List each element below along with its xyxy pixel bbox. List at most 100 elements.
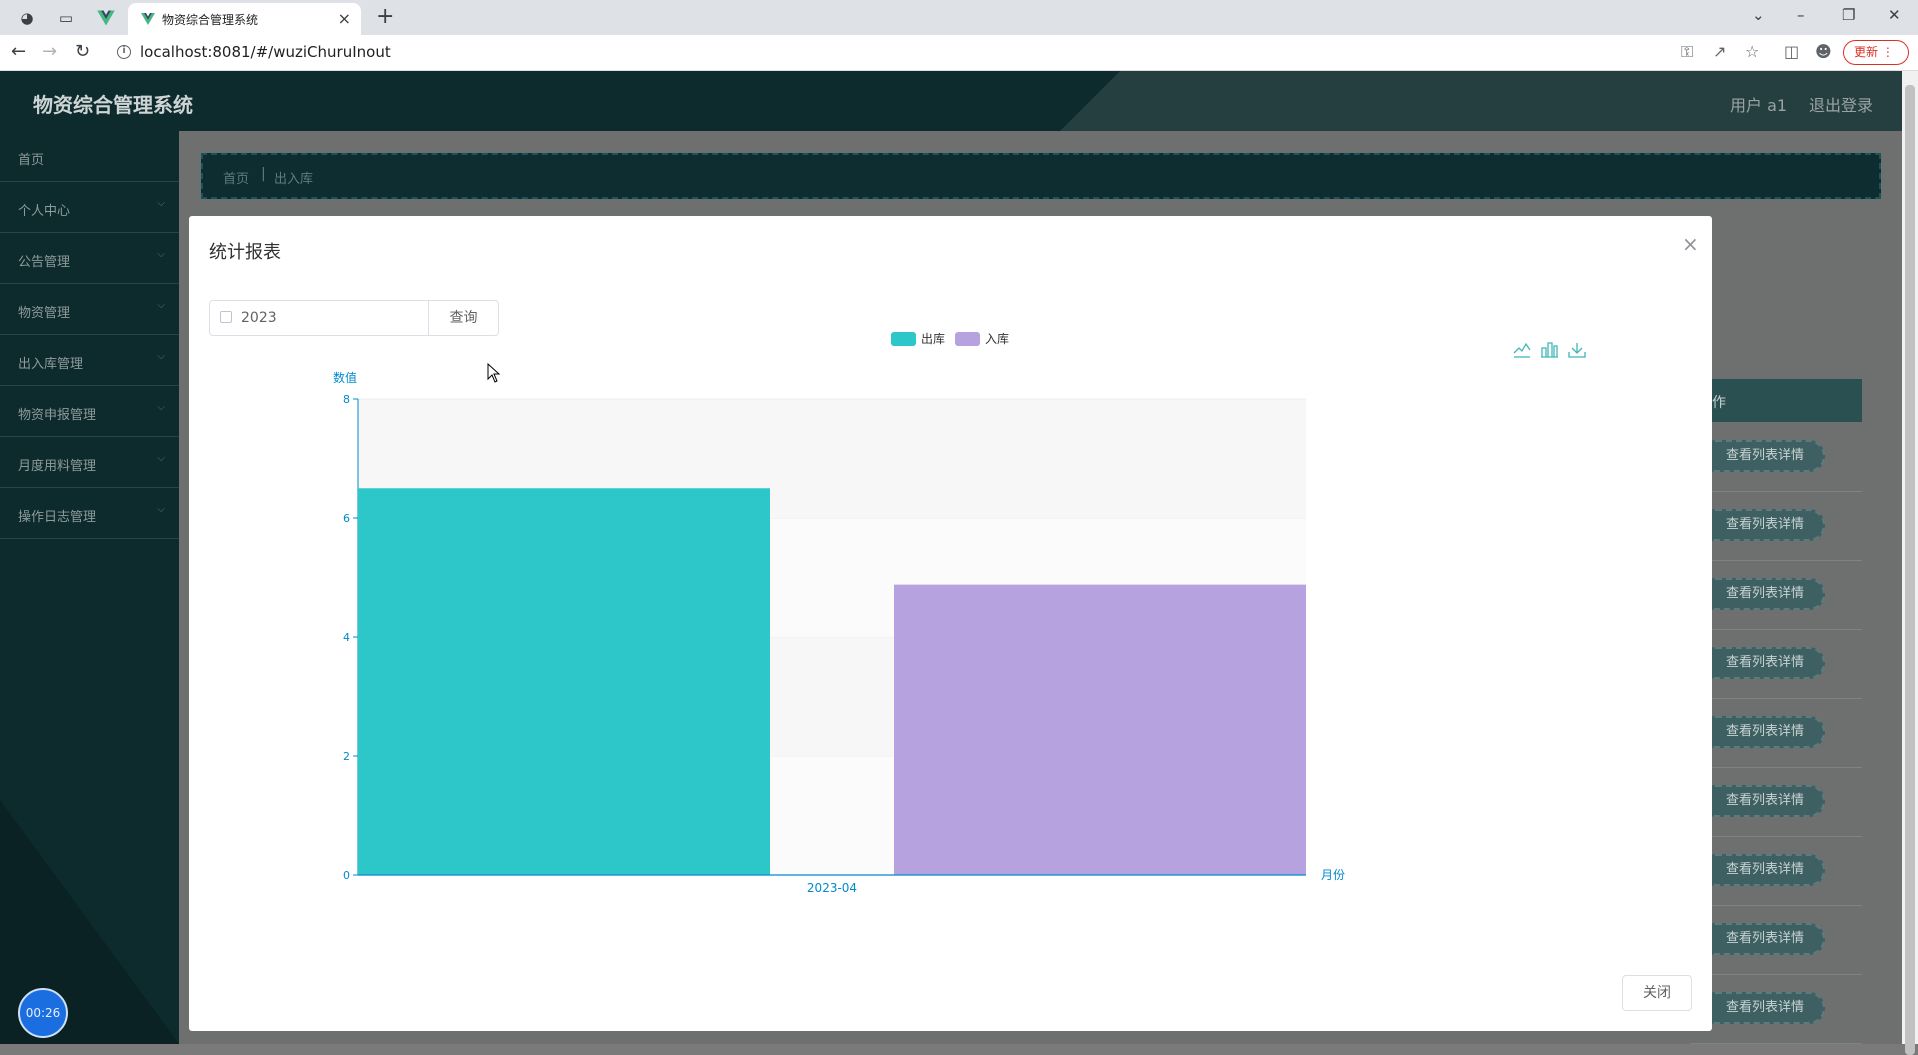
legend-swatch [955, 332, 980, 346]
chevron-down-icon: ⌵ [157, 351, 165, 362]
breadcrumb-separator: | [261, 166, 266, 182]
table-row-divider [1690, 836, 1862, 837]
table-row-divider [1690, 905, 1862, 906]
close-button[interactable]: 关闭 [1622, 975, 1692, 1011]
active-tab[interactable]: 物资综合管理系统 × [128, 3, 361, 35]
sidebar-item-6[interactable]: 月度用料管理 ⌵ [0, 437, 179, 488]
key-icon[interactable]: ⚿ [1681, 42, 1693, 62]
window-close-icon[interactable]: ✕ [1888, 6, 1901, 24]
view-details-button[interactable]: 查看列表详情 [1700, 992, 1825, 1024]
line-chart-icon[interactable] [1513, 342, 1531, 354]
bar-入库 [894, 584, 1306, 875]
chevron-down-icon: ⌵ [157, 402, 165, 413]
legend-swatch [891, 332, 916, 346]
y-tick-label: 8 [343, 393, 350, 406]
pinned-tab-icon[interactable]: ◕ [17, 8, 37, 28]
bookmark-star-icon[interactable]: ☆ [1745, 42, 1759, 61]
logout-link[interactable]: 退出登录 [1809, 92, 1873, 116]
pinned-tab-blank-icon[interactable]: ▭ [56, 8, 76, 28]
view-details-button[interactable]: 查看列表详情 [1700, 440, 1825, 472]
reload-icon[interactable]: ↻ [75, 41, 90, 62]
share-icon[interactable]: ↗ [1713, 42, 1726, 61]
stats-report-dialog: 统计报表 × 2023 查询 0 2 4 6 8 数值 2023-04 月份 出库 入库 关闭 [189, 216, 1712, 1031]
view-details-button[interactable]: 查看列表详情 [1700, 578, 1825, 610]
new-tab-icon[interactable]: + [376, 4, 394, 29]
vue-tab-icon[interactable] [96, 8, 116, 28]
chevron-down-icon: ⌵ [157, 198, 165, 209]
y-tick-label: 0 [343, 869, 350, 882]
sidebar-item-label: 物资申报管理 [18, 408, 97, 423]
table-row-divider [1690, 698, 1862, 699]
sidebar-item-5[interactable]: 物资申报管理 ⌵ [0, 386, 179, 437]
vue-favicon-icon [141, 13, 155, 25]
chevron-down-icon: ⌵ [157, 249, 165, 260]
app-title: 物资综合管理系统 [33, 93, 193, 117]
y-tick-label: 6 [343, 512, 350, 525]
breadcrumb: 首页 | 出入库 [201, 153, 1881, 199]
chevron-down-icon: ⌵ [157, 504, 165, 515]
side-panel-icon[interactable]: ◫ [1784, 42, 1799, 61]
recording-timer[interactable]: 00:26 [18, 988, 68, 1038]
sidebar-item-label: 月度用料管理 [18, 459, 97, 474]
header-decoration [1060, 71, 1918, 131]
table-row-divider [1690, 629, 1862, 630]
user-label: 用户 a1 [1730, 96, 1788, 115]
tab-close-icon[interactable]: × [338, 9, 351, 28]
x-tick-label: 2023-04 [807, 881, 857, 895]
forward-icon[interactable]: → [42, 41, 57, 62]
sidebar-item-label: 个人中心 [18, 204, 71, 219]
x-axis-title: 月份 [1321, 868, 1345, 882]
tab-search-icon[interactable]: ⌄ [1752, 6, 1765, 24]
table-row-divider [1690, 974, 1862, 975]
sidebar-item-label: 物资管理 [18, 306, 71, 321]
sidebar-item-4[interactable]: 出入库管理 ⌵ [0, 335, 179, 386]
minimize-icon[interactable]: – [1797, 6, 1805, 24]
site-info-icon[interactable]: i [117, 45, 131, 59]
page-scrollbar[interactable] [1902, 71, 1918, 1055]
sidebar: 首页 个人中心 ⌵ 公告管理 ⌵ 物资管理 ⌵ 出入库管理 ⌵ 物资申报管理 ⌵ 月度用料管理 ⌵ 操作日… [0, 131, 179, 1044]
update-button[interactable]: 更新 ⋮ [1843, 40, 1909, 65]
download-icon[interactable] [1568, 343, 1586, 358]
update-label: 更新 [1854, 45, 1879, 59]
y-tick-label: 2 [343, 750, 350, 763]
sidebar-item-2[interactable]: 公告管理 ⌵ [0, 233, 179, 284]
legend-label: 出库 [921, 331, 945, 346]
view-details-button[interactable]: 查看列表详情 [1700, 647, 1825, 679]
breadcrumb-current: 出入库 [274, 172, 314, 187]
sidebar-item-7[interactable]: 操作日志管理 ⌵ [0, 488, 179, 539]
y-tick-label: 4 [343, 631, 350, 644]
sidebar-item-0[interactable]: 首页 [0, 131, 179, 182]
sidebar-item-label: 出入库管理 [18, 357, 84, 372]
view-details-button[interactable]: 查看列表详情 [1700, 923, 1825, 955]
bar-出库 [358, 488, 770, 875]
browser-tab-strip: ◕ ▭ 物资综合管理系统 × + ⌄ – ❐ ✕ [0, 0, 1918, 35]
restore-icon[interactable]: ❐ [1842, 6, 1855, 24]
view-details-button[interactable]: 查看列表详情 [1700, 509, 1825, 541]
bar-chart-icon[interactable] [1541, 342, 1558, 358]
profile-icon[interactable]: ☻ [1815, 42, 1832, 61]
sidebar-item-1[interactable]: 个人中心 ⌵ [0, 182, 179, 233]
table-row-divider [1690, 560, 1862, 561]
table-row-divider [1690, 491, 1862, 492]
view-details-button[interactable]: 查看列表详情 [1700, 785, 1825, 817]
sidebar-item-3[interactable]: 物资管理 ⌵ [0, 284, 179, 335]
table-row-divider [1690, 767, 1862, 768]
app-header: 物资综合管理系统 用户 a1 退出登录 [0, 71, 1918, 131]
sidebar-item-label: 首页 [18, 153, 45, 168]
mouse-cursor-icon [487, 363, 501, 383]
y-axis-title: 数值 [333, 370, 357, 385]
table-header-action: 作 [1690, 379, 1862, 422]
legend-label: 入库 [985, 331, 1009, 346]
back-icon[interactable]: ← [11, 41, 26, 62]
tab-title: 物资综合管理系统 [162, 13, 259, 27]
table-header-action-label: 作 [1712, 395, 1726, 411]
scrollbar-thumb[interactable] [1905, 85, 1915, 1055]
sidebar-item-label: 公告管理 [18, 255, 71, 270]
view-details-button[interactable]: 查看列表详情 [1700, 716, 1825, 748]
address-bar: ← → ↻ i localhost:8081/#/wuziChuruInout … [0, 35, 1918, 71]
view-details-button[interactable]: 查看列表详情 [1700, 854, 1825, 886]
sidebar-item-label: 操作日志管理 [18, 510, 97, 525]
url-field[interactable]: localhost:8081/#/wuziChuruInout [140, 43, 391, 61]
breadcrumb-home[interactable]: 首页 [223, 168, 249, 187]
chevron-down-icon: ⌵ [157, 453, 165, 464]
